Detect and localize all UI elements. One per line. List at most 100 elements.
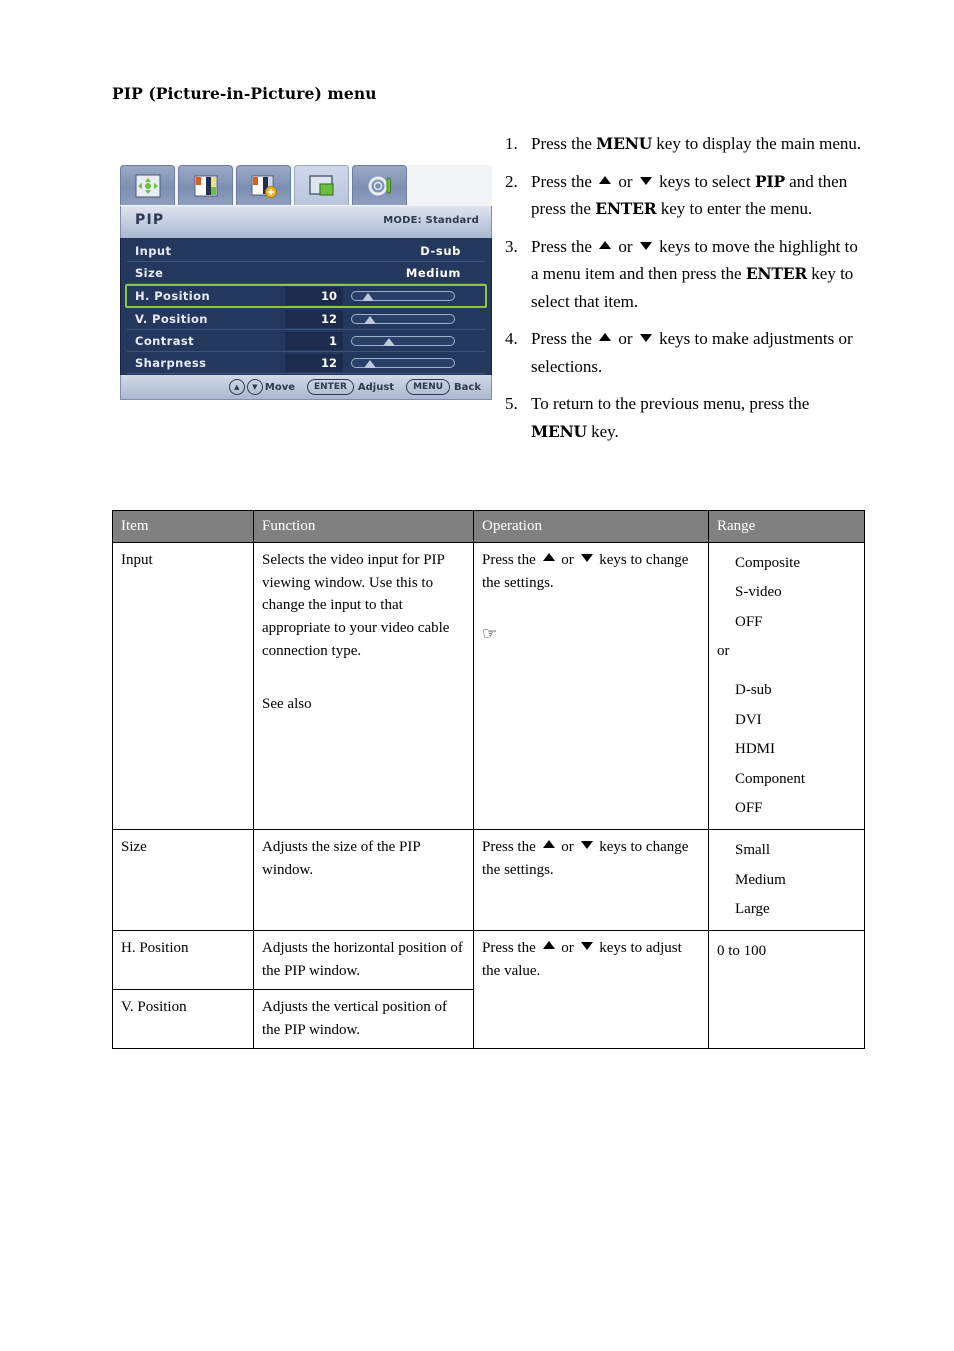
osd-title-bar: PIP MODE: Standard (120, 206, 492, 238)
column-header-range: Range (708, 510, 865, 543)
step-number: 5. (505, 394, 518, 414)
osd-mode-label: MODE: Standard (383, 215, 479, 226)
column-header-item: Item (112, 510, 254, 543)
cell-operation: Press the or keys to change the settings… (473, 541, 709, 831)
osd-row-contrast[interactable]: Contrast 1 (127, 330, 485, 352)
step-fragment: Press the (531, 329, 597, 349)
osd-down-key[interactable]: ▼ (246, 379, 263, 395)
osd-row-value: 12 (285, 353, 343, 372)
operation-text-mid: or (557, 839, 578, 856)
step-text: Press the or keys to select PIP and then… (531, 168, 865, 223)
osd-row-sharpness[interactable]: Sharpness 12 (127, 352, 485, 374)
osd-menu-screenshot: PIP MODE: Standard Input D-sub Size Medium H… (120, 165, 492, 410)
osd-tab-system[interactable] (352, 165, 407, 205)
operation-text-mid: or (557, 940, 578, 957)
osd-row-h-position[interactable]: H. Position 10 (125, 284, 487, 308)
step-fragment: key to display the main menu. (652, 134, 862, 153)
slider-knob[interactable] (364, 315, 377, 324)
picture-icon (194, 175, 217, 196)
osd-back-label: Back (454, 381, 481, 393)
slider-knob[interactable] (382, 337, 395, 346)
range-option: Composite (735, 554, 801, 571)
range-option: Large (735, 901, 770, 918)
osd-row-label: Size (135, 265, 164, 280)
key-name: PIP (754, 171, 785, 191)
range-option: Component (735, 770, 805, 787)
cell-operation: Press the or keys to adjust the value. (473, 930, 709, 1049)
step-text: To return to the previous menu, press th… (531, 390, 865, 445)
osd-row-slider[interactable] (351, 357, 455, 368)
system-icon (368, 176, 391, 195)
osd-row-label: V. Position (135, 311, 208, 326)
cell-function: Adjusts the horizontal position of the P… (253, 930, 474, 991)
page-title: PIP (Picture-in-Picture) menu (112, 84, 377, 103)
cell-function: Selects the video input for PIP viewing … (253, 541, 474, 831)
osd-tab-picture-advanced[interactable] (236, 165, 291, 205)
display-icon (135, 174, 160, 197)
osd-row-value: 12 (285, 309, 343, 328)
instruction-step: 3. Press the or keys to move the highligh… (505, 233, 865, 316)
osd-row-value: D-sub (420, 243, 461, 258)
arrow-up-icon (542, 840, 555, 849)
arrow-up-icon (599, 175, 612, 184)
slider-knob[interactable] (362, 293, 375, 301)
step-fragment: Press the (531, 236, 597, 256)
step-number: 1. (505, 134, 518, 153)
cell-range: 0 to 100 (708, 930, 865, 1049)
key-name: MENU (531, 421, 587, 441)
osd-row-slider[interactable] (351, 291, 455, 301)
osd-menu-title: PIP (135, 212, 165, 228)
osd-row-label: H. Position (135, 289, 211, 303)
cell-function: Adjusts the size of the PIP window. (253, 829, 474, 932)
cell-item: H. Position (112, 930, 254, 991)
step-fragment: or (614, 171, 637, 191)
step-fragment: or (614, 236, 637, 256)
arrow-up-icon (599, 333, 612, 342)
osd-tab-strip (120, 165, 492, 207)
cell-function: Adjusts the vertical position of the PIP… (253, 989, 474, 1049)
range-option: DVI (735, 711, 762, 728)
osd-row-v-position[interactable]: V. Position 12 (127, 308, 485, 330)
osd-up-key[interactable]: ▲ (228, 379, 245, 395)
step-fragment: Press the (531, 171, 597, 191)
cell-item: V. Position (112, 989, 254, 1049)
instruction-step: 4. Press the or keys to make adjustments … (505, 325, 865, 380)
osd-tab-picture[interactable] (178, 165, 233, 205)
osd-tab-pip[interactable] (294, 165, 349, 205)
osd-row-label: Input (135, 243, 172, 258)
osd-move-label: Move (264, 381, 295, 393)
slider-knob[interactable] (364, 359, 377, 368)
range-option: D-sub (735, 682, 772, 699)
step-text: Press the or keys to make adjustments or… (531, 325, 865, 380)
operation-text-mid: or (557, 551, 578, 568)
osd-row-slider[interactable] (351, 313, 455, 324)
cell-range: Composite S-video OFF or D-sub DVI HDMI Compon… (708, 541, 865, 831)
step-fragment: or (614, 329, 637, 349)
key-name: MENU (596, 134, 653, 153)
osd-adjust-label: Adjust (357, 381, 395, 393)
step-fragment: keys to select (654, 171, 755, 191)
osd-menu-key[interactable]: MENU (406, 379, 451, 395)
arrow-down-icon (639, 334, 652, 343)
arrow-up-icon (599, 240, 612, 249)
arrow-down-icon (639, 241, 652, 250)
osd-row-input[interactable]: Input D-sub (127, 240, 485, 262)
osd-enter-key[interactable]: ENTER (307, 379, 354, 395)
step-fragment: Press the (531, 134, 597, 153)
osd-row-value: 10 (285, 287, 343, 305)
table-row: Size Adjusts the size of the PIP window. P… (112, 829, 865, 932)
range-option (717, 666, 856, 676)
instruction-step: 1. Press the MENU key to display the main… (505, 130, 865, 158)
cell-item: Size (112, 829, 254, 932)
range-option: S-video (735, 584, 782, 601)
osd-tab-display[interactable] (120, 165, 175, 205)
range-option: Small (735, 842, 771, 859)
osd-row-slider[interactable] (351, 335, 455, 346)
osd-row-size[interactable]: Size Medium (127, 262, 485, 284)
instruction-step: 2. Press the or keys to select PIP and th… (505, 168, 865, 223)
column-header-function: Function (253, 510, 474, 543)
picture-advanced-icon (251, 175, 277, 198)
step-fragment: key. (586, 421, 619, 441)
column-header-operation: Operation (473, 510, 709, 543)
range-option: OFF (735, 613, 763, 630)
